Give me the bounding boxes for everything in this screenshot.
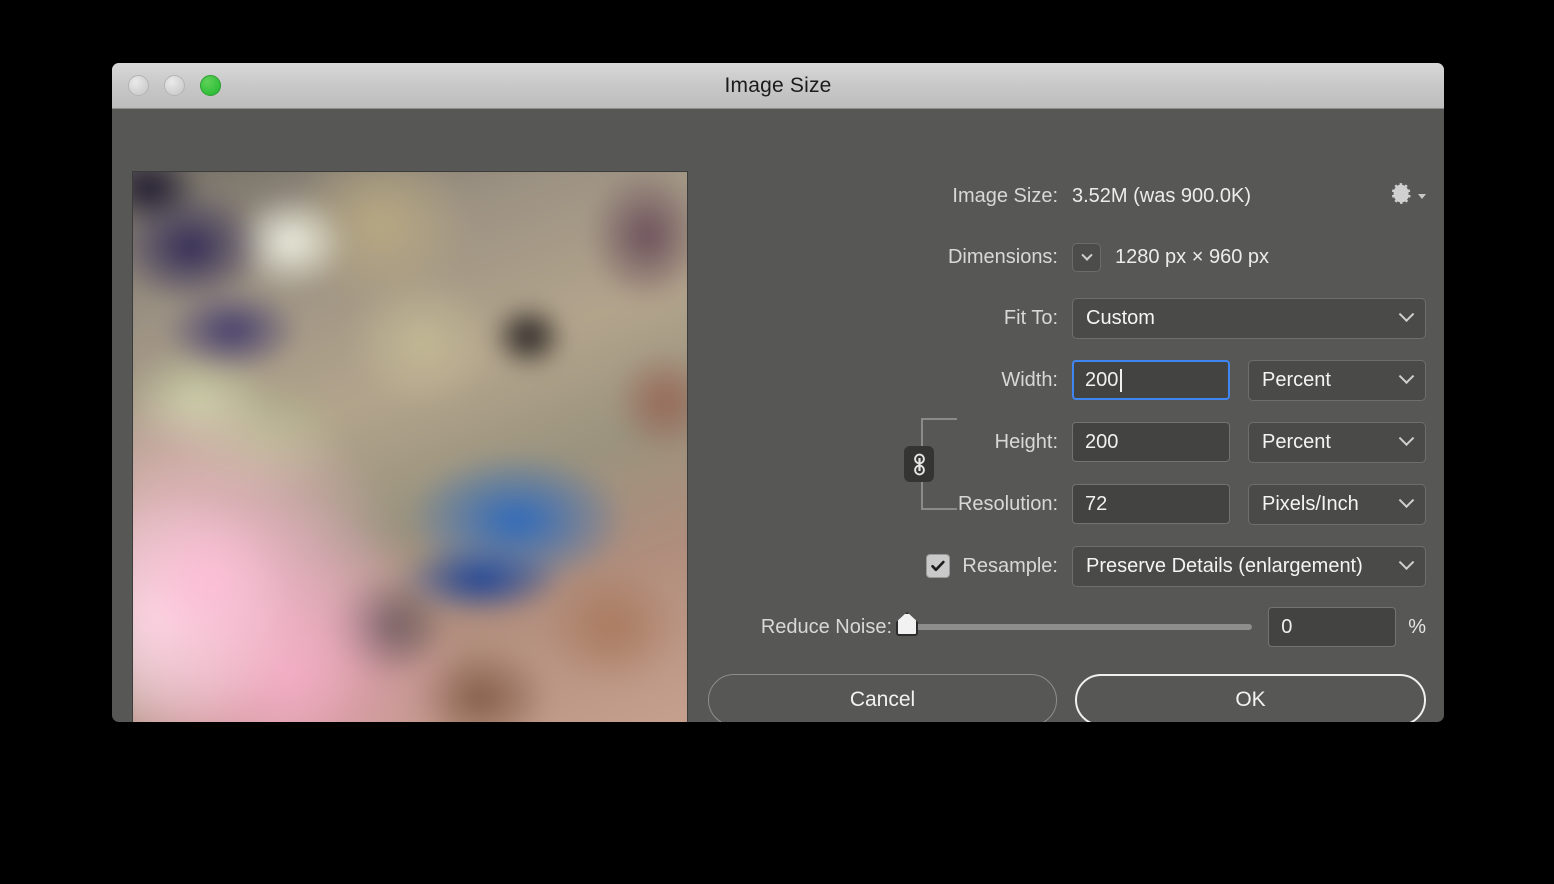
width-label: Width:: [1001, 368, 1058, 391]
percent-symbol: %: [1408, 615, 1426, 638]
chevron-down-icon: [1418, 193, 1426, 199]
fit-to-label: Fit To:: [1003, 306, 1058, 329]
fit-to-select[interactable]: Custom: [1072, 297, 1426, 339]
reduce-noise-input[interactable]: 0: [1268, 607, 1397, 647]
height-unit-select[interactable]: Percent: [1248, 421, 1426, 463]
dialog-actions: Cancel OK: [708, 674, 1426, 722]
window-titlebar[interactable]: Image Size: [112, 63, 1444, 109]
image-preview[interactable]: [132, 171, 688, 722]
reduce-noise-slider[interactable]: [896, 612, 1253, 636]
chevron-down-icon: [1398, 429, 1415, 446]
height-value: 200: [1085, 430, 1119, 453]
width-unit-value: Percent: [1262, 368, 1331, 391]
preview-image: [133, 172, 687, 722]
dimensions-row: Dimensions: 1280 px × 960 px: [708, 243, 1269, 272]
height-unit-value: Percent: [1262, 430, 1331, 453]
settings-panel: Image Size: 3.52M (was 900.0K) Dimension…: [708, 109, 1444, 722]
chevron-down-icon: [1398, 553, 1415, 570]
resample-row: Resample: Preserve Details (enlargement): [708, 545, 1426, 587]
resample-checkbox[interactable]: [926, 554, 951, 578]
chevron-down-icon: [1398, 305, 1415, 322]
height-label: Height:: [994, 430, 1058, 453]
resolution-input[interactable]: 72: [1072, 484, 1230, 524]
width-input[interactable]: 200: [1072, 360, 1230, 400]
desktop-background: Image Size Image Size: 3.52M (was 900.0K…: [0, 0, 1554, 884]
dimensions-units-dropdown[interactable]: [1072, 243, 1101, 272]
resample-label-group: Resample:: [708, 554, 1058, 578]
resolution-unit-value: Pixels/Inch: [1262, 492, 1359, 515]
text-cursor: [1120, 368, 1122, 392]
dimensions-label: Dimensions:: [947, 246, 1058, 268]
close-button[interactable]: [128, 75, 149, 96]
image-size-row: Image Size: 3.52M (was 900.0K): [708, 185, 1251, 208]
width-value: 200: [1085, 368, 1119, 391]
fit-to-value: Custom: [1086, 306, 1155, 329]
cancel-button[interactable]: Cancel: [708, 674, 1057, 722]
resample-method-select[interactable]: Preserve Details (enlargement): [1072, 545, 1426, 587]
zoom-button[interactable]: [200, 75, 221, 96]
window-controls: [128, 75, 221, 96]
image-size-label: Image Size:: [952, 185, 1058, 207]
chevron-down-icon: [1398, 491, 1415, 508]
width-row: Width: 200 Percent: [708, 359, 1426, 401]
resolution-value: 72: [1085, 492, 1108, 515]
resample-label: Resample:: [962, 554, 1058, 577]
reduce-noise-value: 0: [1281, 615, 1293, 638]
resolution-unit-select[interactable]: Pixels/Inch: [1248, 483, 1426, 525]
fit-to-row: Fit To: Custom: [708, 297, 1426, 339]
chevron-down-icon: [1398, 367, 1415, 384]
height-input[interactable]: 200: [1072, 422, 1230, 462]
window-title: Image Size: [724, 73, 832, 97]
dimensions-value: 1280 px × 960 px: [1115, 246, 1270, 268]
slider-track: [896, 612, 1253, 636]
image-size-dialog: Image Size Image Size: 3.52M (was 900.0K…: [112, 63, 1444, 722]
reduce-noise-row: Reduce Noise: 0 %: [708, 606, 1426, 648]
reduce-noise-label: Reduce Noise:: [760, 615, 892, 638]
resample-method-value: Preserve Details (enlargement): [1086, 554, 1363, 577]
ok-button[interactable]: OK: [1075, 674, 1426, 722]
image-size-value: 3.52M (was 900.0K): [1072, 185, 1251, 207]
resolution-label: Resolution:: [957, 492, 1058, 515]
width-unit-select[interactable]: Percent: [1248, 359, 1426, 401]
chevron-down-icon: [1080, 249, 1093, 261]
height-row: Height: 200 Percent: [708, 421, 1426, 463]
dialog-body: Image Size: 3.52M (was 900.0K) Dimension…: [112, 109, 1444, 722]
minimize-button[interactable]: [164, 75, 185, 96]
gear-icon[interactable]: [1389, 181, 1426, 206]
resolution-row: Resolution: 72 Pixels/Inch: [708, 483, 1426, 525]
